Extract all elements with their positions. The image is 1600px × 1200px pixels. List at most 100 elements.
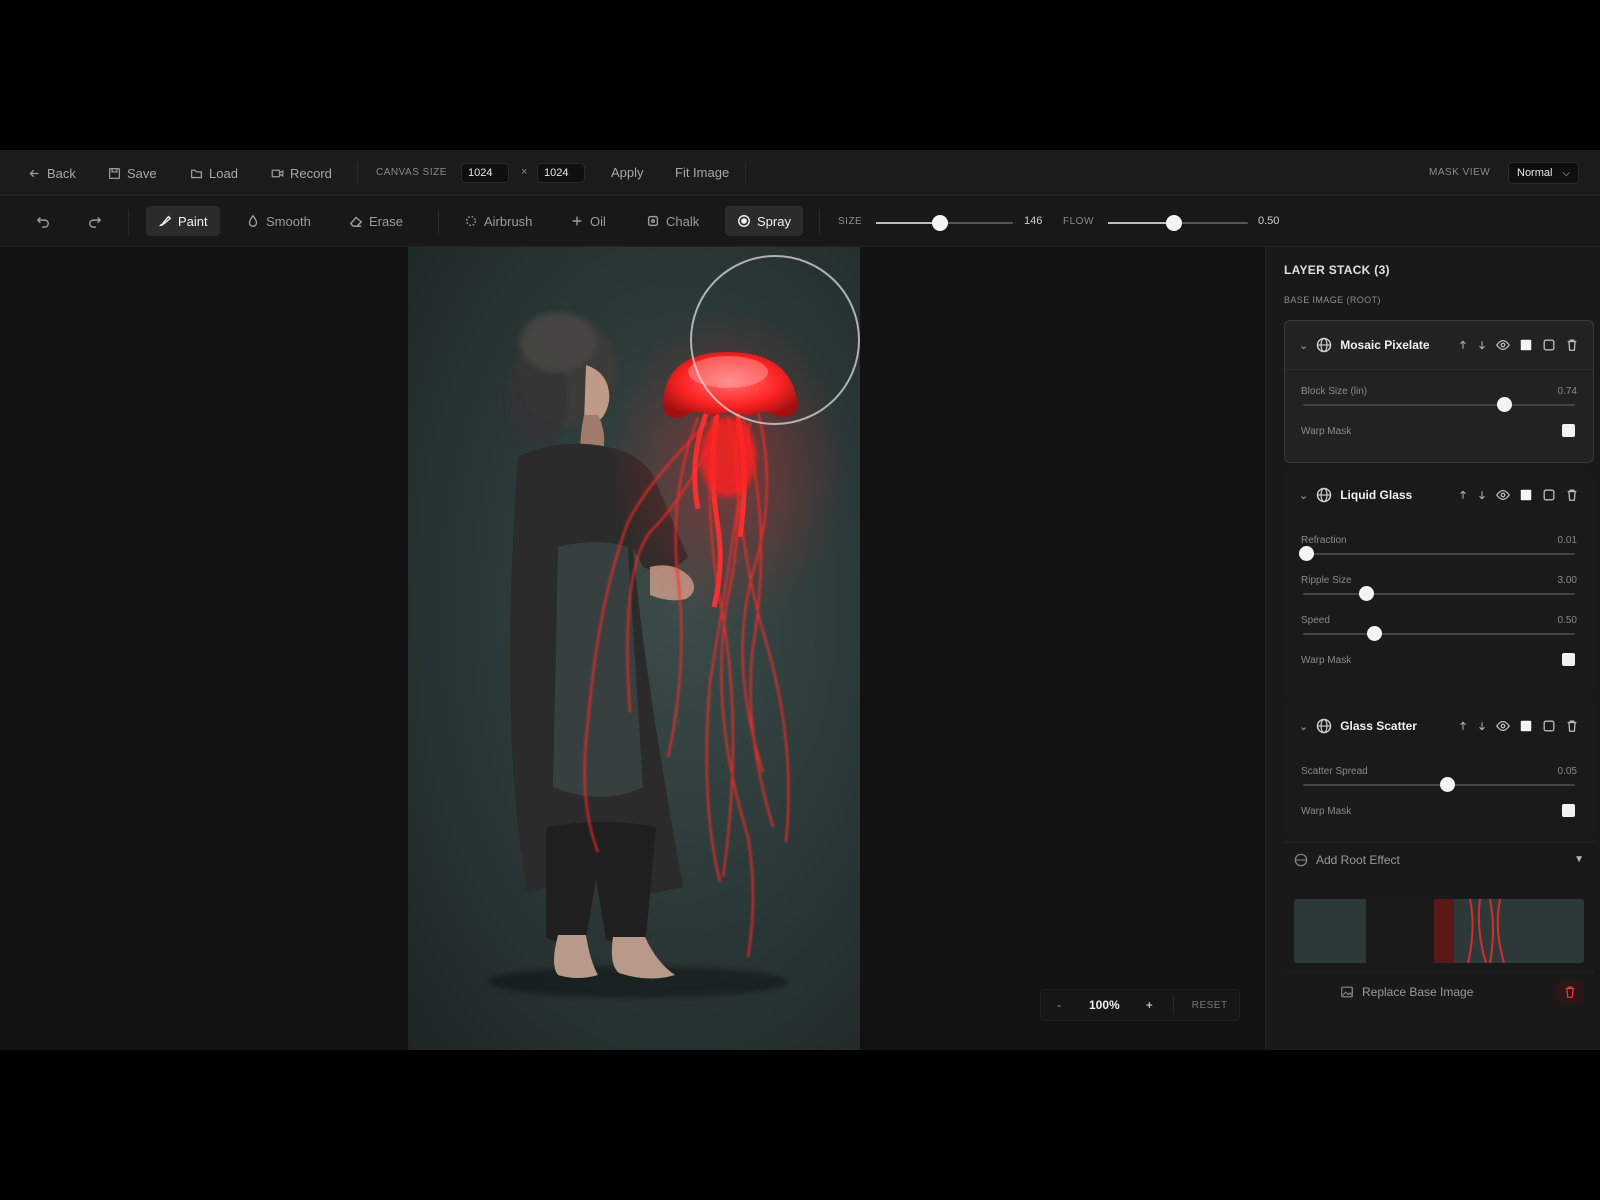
apply-button[interactable]: Apply <box>611 165 644 180</box>
trash-icon[interactable] <box>1565 488 1579 502</box>
warp-mask-row[interactable]: Warp Mask <box>1301 800 1577 826</box>
flow-slider[interactable] <box>1108 215 1248 231</box>
arrow-up-icon[interactable] <box>1458 338 1468 352</box>
plus-icon <box>572 216 582 226</box>
layer-header[interactable]: ⌄ Liquid Glass <box>1285 471 1593 519</box>
layer-header[interactable]: ⌄ Glass Scatter <box>1285 702 1593 750</box>
layer-card-mosaic-pixelate[interactable]: ⌄ Mosaic Pixelate Block Size (lin) 0.74 <box>1284 320 1594 463</box>
chevron-down-icon[interactable]: ⌄ <box>1299 489 1308 502</box>
thumbnail-artwork <box>1294 899 1584 963</box>
warp-mask-row[interactable]: Warp Mask <box>1301 420 1577 446</box>
canvas-area[interactable]: - 100% + RESET <box>0 247 1265 1050</box>
spray-tool[interactable]: Spray <box>725 206 803 236</box>
eye-icon[interactable] <box>1496 338 1510 352</box>
divider <box>745 162 746 184</box>
zoom-in-button[interactable]: + <box>1146 998 1153 1012</box>
fit-image-button[interactable]: Fit Image <box>675 165 729 180</box>
layer-card-liquid-glass[interactable]: ⌄ Liquid Glass Refraction 0.01 Ripple Si… <box>1284 470 1594 695</box>
warp-mask-label: Warp Mask <box>1301 655 1352 666</box>
replace-base-image-button[interactable]: Replace Base Image <box>1340 985 1473 999</box>
divider <box>438 209 439 235</box>
param-value: 0.50 <box>1557 615 1577 626</box>
speed-slider[interactable] <box>1303 626 1575 641</box>
trash-icon[interactable] <box>1565 719 1579 733</box>
param-ripple-size[interactable]: Ripple Size 3.00 <box>1301 569 1577 609</box>
record-button[interactable]: Record <box>271 164 332 182</box>
arrow-down-icon[interactable] <box>1477 338 1487 352</box>
delete-base-image-button[interactable] <box>1556 980 1584 1004</box>
solo-square-icon[interactable] <box>1519 488 1533 502</box>
mask-view-select[interactable]: Normal ⌵ <box>1508 162 1580 184</box>
paint-tool[interactable]: Paint <box>146 206 220 236</box>
divider <box>128 209 129 235</box>
smooth-tool[interactable]: Smooth <box>234 206 323 236</box>
block-size-slider[interactable] <box>1303 397 1575 412</box>
chalk-icon <box>647 215 659 227</box>
canvas-height-input[interactable]: 1024 <box>537 163 585 183</box>
arrow-up-icon[interactable] <box>1458 719 1468 733</box>
size-slider[interactable] <box>876 215 1013 231</box>
param-speed[interactable]: Speed 0.50 <box>1301 609 1577 649</box>
eye-icon[interactable] <box>1496 488 1510 502</box>
globe-icon <box>1316 718 1332 734</box>
zoom-reset-button[interactable]: RESET <box>1192 1000 1228 1011</box>
add-root-effect-select[interactable]: Add Root Effect ▼ <box>1284 842 1594 876</box>
eye-icon[interactable] <box>1496 719 1510 733</box>
chevron-down-icon[interactable]: ⌄ <box>1299 339 1308 352</box>
param-refraction[interactable]: Refraction 0.01 <box>1298 529 1577 569</box>
save-button[interactable]: Save <box>108 164 157 182</box>
load-button[interactable]: Load <box>190 164 238 182</box>
param-scatter-spread[interactable]: Scatter Spread 0.05 <box>1301 760 1577 800</box>
globe-icon <box>1316 337 1332 353</box>
redo-button[interactable] <box>76 206 114 236</box>
mask-view-value: Normal <box>1517 167 1553 179</box>
chevron-down-icon[interactable]: ⌄ <box>1299 720 1308 733</box>
flow-slider-knob[interactable] <box>1165 215 1182 231</box>
warp-mask-checkbox[interactable] <box>1562 804 1575 817</box>
solo-square-icon[interactable] <box>1519 719 1533 733</box>
warp-mask-checkbox[interactable] <box>1562 653 1575 666</box>
zoom-controls: - 100% + RESET <box>1040 989 1240 1021</box>
slider-knob[interactable] <box>1358 586 1374 601</box>
warp-mask-row[interactable]: Warp Mask <box>1301 649 1577 675</box>
slider-knob[interactable] <box>1298 546 1314 561</box>
oil-tool[interactable]: Oil <box>558 206 618 236</box>
size-slider-knob[interactable] <box>932 215 949 231</box>
zoom-out-button[interactable]: - <box>1057 998 1061 1012</box>
save-label: Save <box>127 165 157 181</box>
back-button[interactable]: Back <box>28 164 76 182</box>
layer-header[interactable]: ⌄ Mosaic Pixelate <box>1285 321 1593 369</box>
replace-base-image-row: Replace Base Image <box>1284 971 1594 1011</box>
divider <box>357 162 358 184</box>
refraction-slider[interactable] <box>1298 546 1575 561</box>
arrow-down-icon[interactable] <box>1477 719 1487 733</box>
arrow-down-icon[interactable] <box>1477 488 1487 502</box>
slider-knob[interactable] <box>1497 397 1513 412</box>
undo-button[interactable] <box>24 206 62 236</box>
trash-icon[interactable] <box>1565 338 1579 352</box>
airbrush-tool[interactable]: Airbrush <box>452 206 544 236</box>
redo-icon <box>89 217 102 228</box>
param-block-size[interactable]: Block Size (lin) 0.74 <box>1301 380 1577 420</box>
mask-view-label: MASK VIEW <box>1429 167 1491 178</box>
ripple-size-slider[interactable] <box>1303 586 1575 601</box>
panel-title: LAYER STACK (3) <box>1284 263 1390 277</box>
warp-mask-checkbox[interactable] <box>1562 424 1575 437</box>
divider <box>1172 996 1174 1014</box>
slider-knob[interactable] <box>1440 777 1456 792</box>
layer-card-glass-scatter[interactable]: ⌄ Glass Scatter Scatter Spread 0.05 Warp… <box>1284 701 1594 836</box>
divider <box>819 209 820 235</box>
erase-tool[interactable]: Erase <box>337 206 415 236</box>
mask-square-icon[interactable] <box>1542 488 1556 502</box>
arrow-up-icon[interactable] <box>1458 488 1468 502</box>
canvas-width-input[interactable]: 1024 <box>461 163 509 183</box>
mask-square-icon[interactable] <box>1542 719 1556 733</box>
scatter-spread-slider[interactable] <box>1303 777 1575 792</box>
mask-square-icon[interactable] <box>1542 338 1556 352</box>
back-label: Back <box>47 165 76 181</box>
solo-square-icon[interactable] <box>1519 338 1533 352</box>
chalk-label: Chalk <box>666 213 700 229</box>
slider-knob[interactable] <box>1366 626 1382 641</box>
chalk-tool[interactable]: Chalk <box>634 206 711 236</box>
size-label: SIZE <box>838 216 863 227</box>
